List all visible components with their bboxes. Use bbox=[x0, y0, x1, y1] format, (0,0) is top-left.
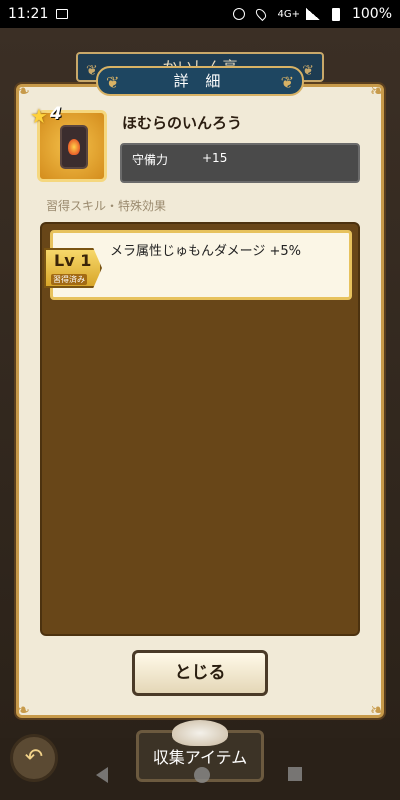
close-button[interactable]: とじる bbox=[132, 650, 268, 696]
sushi-icon bbox=[172, 720, 228, 746]
dialog-title: ❦ 詳 細 ❦ bbox=[96, 66, 304, 96]
skill-level-badge: Lv 1 習得済み bbox=[44, 248, 102, 288]
dialog-title-text: 詳 細 bbox=[173, 72, 227, 90]
title-ornament-left-icon: ❦ bbox=[106, 73, 120, 92]
skill-status: 習得済み bbox=[51, 274, 87, 285]
corner-ornament-icon: ❧ bbox=[369, 81, 385, 102]
battery-level: 100% bbox=[351, 6, 392, 22]
status-icons: 4G+ 100% bbox=[233, 6, 392, 22]
rarity-stars: 4 bbox=[50, 104, 62, 124]
status-bar: 11:21 4G+ 100% bbox=[0, 0, 400, 28]
skills-section-label: 習得スキル・特殊効果 bbox=[46, 199, 167, 213]
nav-recents-icon[interactable] bbox=[288, 767, 302, 781]
banner-ornament-right-icon: ❦ bbox=[302, 63, 314, 79]
corner-ornament-icon: ❧ bbox=[369, 700, 385, 721]
android-nav-bar bbox=[0, 754, 400, 800]
status-time: 11:21 bbox=[8, 6, 49, 22]
stat-box: 守備力 +15 bbox=[120, 143, 360, 183]
signal-icon bbox=[305, 8, 320, 20]
corner-ornament-icon: ❧ bbox=[15, 81, 31, 102]
location-icon bbox=[254, 6, 269, 22]
stat-label: 守備力 bbox=[132, 153, 169, 167]
flame-icon bbox=[68, 139, 80, 155]
item-name: ほむらのいんろう bbox=[122, 114, 243, 132]
stat-value: +15 bbox=[202, 151, 228, 165]
corner-ornament-icon: ❧ bbox=[15, 700, 31, 721]
skill-level: Lv 1 bbox=[54, 251, 92, 270]
nav-home-icon[interactable] bbox=[194, 767, 210, 783]
star-icon: ★ bbox=[30, 104, 48, 128]
title-ornament-right-icon: ❦ bbox=[280, 73, 294, 92]
skill-description: メラ属性じゅもんダメージ +5% bbox=[110, 244, 301, 259]
network-label: 4G+ bbox=[277, 8, 300, 20]
alarm-icon bbox=[233, 8, 246, 20]
battery-icon bbox=[331, 7, 340, 21]
nav-back-icon[interactable] bbox=[96, 767, 108, 783]
image-notification-icon bbox=[56, 9, 69, 19]
